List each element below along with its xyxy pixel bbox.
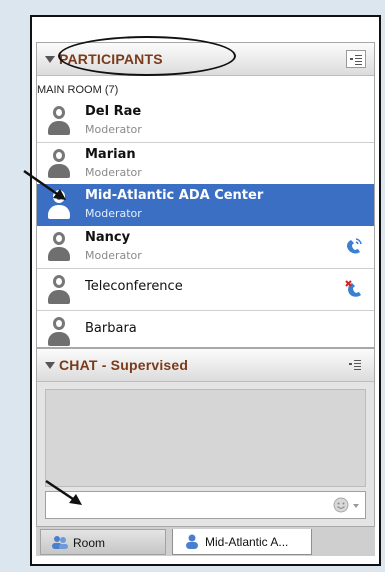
participant-row[interactable]: Marian Moderator	[37, 142, 374, 184]
participant-name: Teleconference	[85, 279, 183, 294]
user-icon	[48, 232, 70, 262]
highlight-ellipse	[58, 36, 236, 76]
participant-row[interactable]: Barbara	[37, 310, 374, 347]
chat-input[interactable]	[46, 492, 316, 518]
participant-row[interactable]: Teleconference	[37, 268, 374, 310]
collapse-triangle-icon[interactable]	[45, 56, 55, 63]
pointer-arrow	[23, 169, 66, 200]
pointer-arrow	[45, 479, 82, 505]
tab-mid-atlantic[interactable]: Mid-Atlantic A...	[172, 529, 312, 555]
chat-header[interactable]: CHAT - Supervised	[37, 349, 374, 382]
participant-role: Moderator	[85, 166, 142, 179]
user-icon	[48, 275, 70, 305]
collapse-triangle-icon[interactable]	[45, 362, 55, 369]
tab-label: Mid-Atlantic A...	[205, 535, 289, 549]
phone-muted-icon	[345, 280, 361, 297]
participant-name: Del Rae	[85, 104, 142, 119]
main-room-label: MAIN ROOM (7)	[37, 84, 119, 96]
chat-menu-button[interactable]	[346, 356, 366, 374]
participant-name: Mid-Atlantic ADA Center	[85, 188, 264, 203]
user-icon	[48, 317, 70, 347]
participant-role: Moderator	[85, 207, 142, 220]
chevron-down-icon[interactable]	[353, 504, 359, 508]
participant-name: Marian	[85, 147, 136, 162]
participants-menu-button[interactable]	[346, 50, 366, 68]
phone-connected-icon	[347, 238, 362, 254]
user-icon	[186, 534, 198, 549]
participant-name: Barbara	[85, 321, 137, 336]
participant-row[interactable]: Nancy Moderator	[37, 226, 374, 268]
participants-panel: PARTICIPANTS MAIN ROOM (7) Del Rae Moder…	[36, 42, 375, 348]
tab-bar: Room Mid-Atlantic A...	[36, 526, 375, 556]
chat-panel: CHAT - Supervised	[36, 348, 375, 554]
tab-room[interactable]: Room	[40, 529, 166, 555]
emoticon-icon[interactable]	[333, 497, 349, 513]
participant-role: Moderator	[85, 249, 142, 262]
participant-row[interactable]: Del Rae Moderator	[37, 100, 374, 142]
group-icon	[52, 536, 68, 549]
participant-role: Moderator	[85, 123, 142, 136]
chat-message-area[interactable]	[45, 389, 366, 487]
chat-input-box[interactable]	[45, 491, 366, 519]
tab-label: Room	[73, 536, 106, 550]
participant-name: Nancy	[85, 230, 131, 245]
user-icon	[48, 106, 70, 136]
participant-row-selected[interactable]: Mid-Atlantic ADA Center Moderator	[37, 184, 374, 226]
chat-title: CHAT - Supervised	[59, 357, 189, 373]
